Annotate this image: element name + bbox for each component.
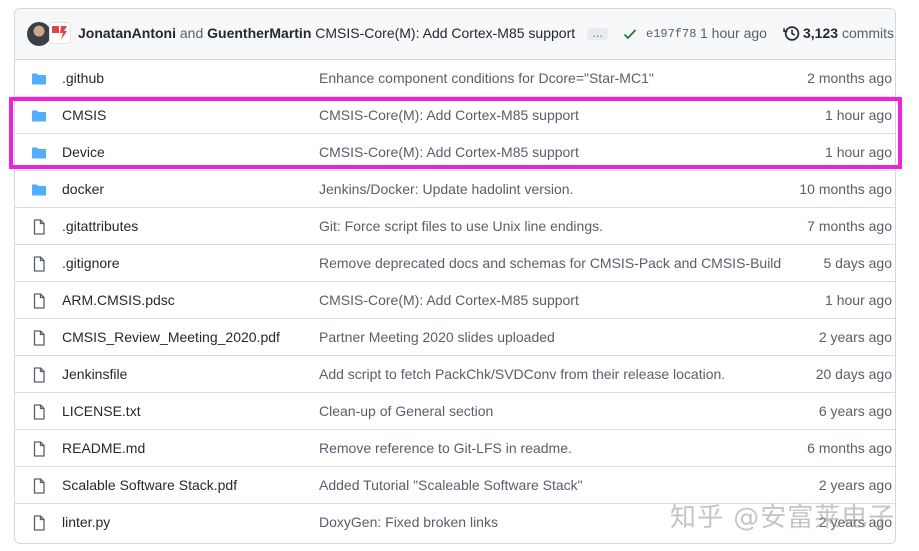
file-name-link[interactable]: linter.py — [62, 514, 110, 530]
file-row: Device CMSIS-Core(M): Add Cortex-M85 supp… — [15, 134, 895, 171]
commit-time: 5 days ago — [823, 255, 893, 271]
commit-message-link[interactable]: DoxyGen: Fixed broken links — [319, 514, 498, 530]
file-icon — [31, 256, 47, 275]
commit-message-link[interactable]: Clean-up of General section — [319, 403, 493, 419]
file-row: .github Enhance component conditions for … — [15, 60, 895, 97]
commit-time: 1 hour ago — [825, 144, 892, 160]
commit-time: 1 hour ago — [700, 25, 767, 41]
folder-icon — [31, 145, 47, 164]
file-name-link[interactable]: README.md — [62, 440, 145, 456]
commit-message-link[interactable]: Enhance component conditions for Dcore="… — [319, 70, 654, 86]
file-name-link[interactable]: Device — [62, 144, 105, 160]
file-browser: JonatanAntoni and GuentherMartin CMSIS-C… — [14, 8, 896, 544]
commit-time: 6 years ago — [818, 403, 892, 419]
commit-message-link[interactable]: Remove reference to Git-LFS in readme. — [319, 440, 572, 456]
commit-message-link[interactable]: Partner Meeting 2020 slides uploaded — [319, 329, 555, 345]
folder-icon — [31, 108, 47, 127]
file-list: .github Enhance component conditions for … — [15, 60, 895, 540]
file-icon — [31, 330, 47, 349]
avatar[interactable] — [27, 22, 51, 46]
expand-commit-button[interactable]: … — [587, 28, 609, 41]
file-name-link[interactable]: docker — [62, 181, 104, 197]
file-icon — [31, 441, 47, 460]
file-row: Jenkinsfile Add script to fetch PackChk/S… — [15, 356, 895, 393]
file-name-link[interactable]: .gitignore — [62, 255, 120, 271]
commit-message-link[interactable]: Jenkins/Docker: Update hadolint version. — [319, 181, 573, 197]
file-row: .gitignore Remove deprecated docs and sch… — [15, 245, 895, 282]
file-row: CMSIS CMSIS-Core(M): Add Cortex-M85 suppo… — [15, 97, 895, 134]
folder-icon — [31, 71, 47, 90]
commit-message-link[interactable]: Remove deprecated docs and schemas for C… — [319, 255, 781, 271]
commit-time: 7 months ago — [807, 218, 892, 234]
author-link[interactable]: JonatanAntoni — [78, 25, 176, 41]
author-link[interactable]: GuentherMartin — [207, 25, 311, 41]
latest-commit-bar: JonatanAntoni and GuentherMartin CMSIS-C… — [15, 9, 895, 60]
commit-time: 10 months ago — [799, 181, 892, 197]
file-row: ARM.CMSIS.pdsc CMSIS-Core(M): Add Cortex-… — [15, 282, 895, 319]
commit-time: 6 months ago — [807, 440, 892, 456]
file-name-link[interactable]: ARM.CMSIS.pdsc — [62, 292, 175, 308]
file-row: CMSIS_Review_Meeting_2020.pdf Partner Mee… — [15, 319, 895, 356]
file-name-link[interactable]: CMSIS — [62, 107, 106, 123]
file-name-link[interactable]: .gitattributes — [62, 218, 138, 234]
commit-message-link[interactable]: CMSIS-Core(M): Add Cortex-M85 support — [319, 107, 579, 123]
file-name-link[interactable]: Jenkinsfile — [62, 366, 127, 382]
commit-summary: JonatanAntoni and GuentherMartin CMSIS-C… — [78, 25, 609, 41]
file-icon — [31, 478, 47, 497]
file-name-link[interactable]: LICENSE.txt — [62, 403, 141, 419]
commit-time: 1 hour ago — [825, 107, 892, 123]
commit-time: 2 months ago — [807, 70, 892, 86]
file-name-link[interactable]: Scalable Software Stack.pdf — [62, 477, 237, 493]
commit-time: 1 hour ago — [825, 292, 892, 308]
commit-time: 20 days ago — [815, 366, 892, 382]
commit-message-link[interactable]: Git: Force script files to use Unix line… — [319, 218, 603, 234]
file-row: docker Jenkins/Docker: Update hadolint ve… — [15, 171, 895, 208]
file-name-link[interactable]: CMSIS_Review_Meeting_2020.pdf — [62, 329, 280, 345]
commit-message-link[interactable]: CMSIS-Core(M): Add Cortex-M85 support — [315, 25, 575, 41]
file-row: README.md Remove reference to Git-LFS in … — [15, 430, 895, 467]
avatar-logo-icon — [52, 26, 67, 40]
file-row: LICENSE.txt Clean-up of General section 6 … — [15, 393, 895, 430]
commit-time: 2 years ago — [818, 329, 892, 345]
file-row: .gitattributes Git: Force script files to… — [15, 208, 895, 245]
watermark: 知乎 @安富莱电子 — [670, 503, 896, 533]
commit-message-link[interactable]: Added Tutorial "Scaleable Software Stack… — [319, 477, 583, 493]
file-name-link[interactable]: .github — [62, 70, 104, 86]
commits-label: commits — [841, 25, 895, 41]
and-text: and — [179, 25, 204, 41]
commits-link[interactable]: 3,123 commits — [803, 25, 894, 41]
commit-message-link[interactable]: CMSIS-Core(M): Add Cortex-M85 support — [319, 144, 579, 160]
file-icon — [31, 404, 47, 423]
file-icon — [31, 219, 47, 238]
folder-icon — [31, 182, 47, 201]
commits-count: 3,123 — [803, 25, 839, 41]
commit-time: 2 years ago — [818, 477, 892, 493]
commit-message-link[interactable]: CMSIS-Core(M): Add Cortex-M85 support — [319, 292, 579, 308]
history-icon[interactable] — [783, 25, 800, 45]
commit-message-link[interactable]: Add script to fetch PackChk/SVDConv from… — [319, 366, 725, 382]
avatar[interactable] — [49, 22, 71, 44]
check-icon[interactable] — [622, 26, 638, 45]
file-icon — [31, 515, 47, 534]
commit-sha-link[interactable]: e197f78 — [646, 27, 696, 41]
file-icon — [31, 293, 47, 312]
file-icon — [31, 367, 47, 386]
